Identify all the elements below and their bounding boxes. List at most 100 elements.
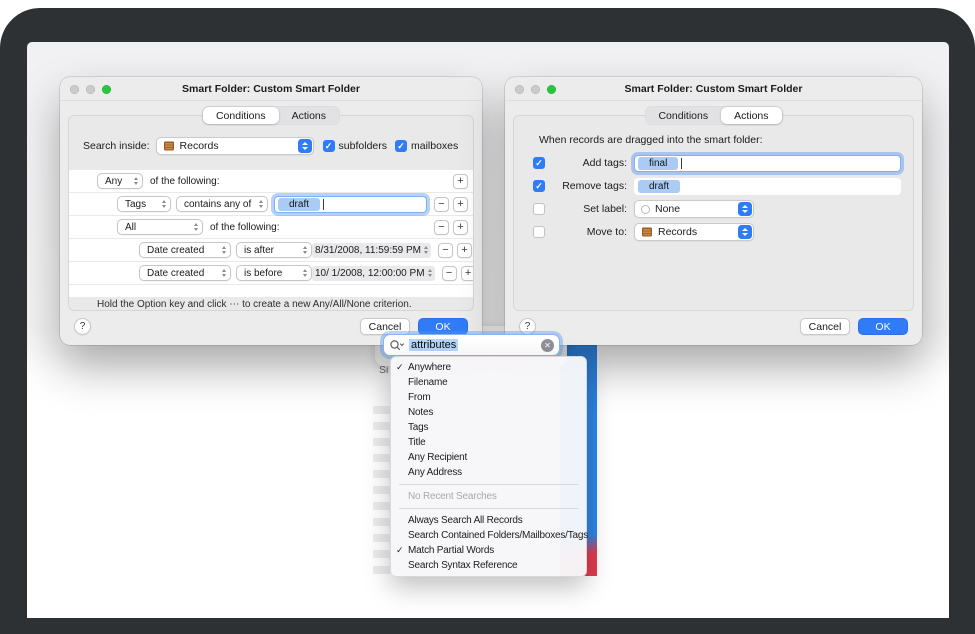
add-condition-button[interactable]: + bbox=[461, 266, 474, 281]
menu-item-label: Match Partial Words bbox=[408, 545, 494, 556]
remove-tags-label: Remove tags: bbox=[549, 180, 627, 192]
any-all-popup[interactable]: Any bbox=[97, 173, 143, 189]
search-magnifier-icon[interactable] bbox=[389, 339, 405, 352]
move-to-popup[interactable]: Records bbox=[634, 223, 754, 241]
any-all-popup-value: Any bbox=[105, 176, 122, 187]
screen: Si Smart Folder: Custom Smart Folder Con… bbox=[27, 42, 949, 618]
action-row-add-tags: ✓ Add tags: final bbox=[514, 154, 901, 172]
of-the-following-label: of the following: bbox=[150, 176, 220, 187]
menu-item-label: Search Contained Folders/Mailboxes/Tags bbox=[408, 530, 588, 541]
window-title: Smart Folder: Custom Smart Folder bbox=[182, 83, 360, 95]
menu-item-any-recipient[interactable]: Any Recipient bbox=[391, 450, 586, 465]
menu-item-always-search-all-records[interactable]: Always Search All Records bbox=[391, 513, 586, 528]
tab-conditions[interactable]: Conditions bbox=[203, 107, 279, 124]
popup-stepper-icon bbox=[298, 139, 312, 153]
zoom-window-button[interactable] bbox=[102, 85, 111, 94]
close-window-button[interactable] bbox=[515, 85, 524, 94]
search-query-text: attributes bbox=[409, 339, 458, 351]
operator-popup[interactable]: is before bbox=[236, 265, 312, 281]
tags-token-field[interactable]: draft bbox=[274, 196, 427, 213]
zoom-window-button[interactable] bbox=[547, 85, 556, 94]
tag-token[interactable]: draft bbox=[278, 198, 320, 211]
menu-item-label: Always Search All Records bbox=[408, 515, 523, 526]
add-condition-button[interactable]: + bbox=[457, 243, 472, 258]
menu-item-title[interactable]: Title bbox=[391, 435, 586, 450]
stepper-chevrons-icon bbox=[424, 246, 428, 254]
any-all-popup[interactable]: All bbox=[117, 219, 203, 235]
menu-item-from[interactable]: From bbox=[391, 390, 586, 405]
text-caret bbox=[681, 158, 682, 169]
menu-item-tags[interactable]: Tags bbox=[391, 420, 586, 435]
cancel-button[interactable]: Cancel bbox=[360, 318, 410, 335]
operator-popup-value: is before bbox=[244, 268, 282, 279]
action-row-set-label: Set label: None bbox=[514, 200, 901, 218]
date-value-stepper[interactable]: 10/ 1/2008, 12:00:00 PM bbox=[312, 266, 435, 281]
search-inside-popup[interactable]: Records bbox=[156, 137, 314, 155]
mailboxes-checkbox[interactable]: ✓ bbox=[395, 140, 407, 152]
of-the-following-label: of the following: bbox=[210, 222, 280, 233]
menu-item-filename[interactable]: Filename bbox=[391, 375, 586, 390]
operator-popup[interactable]: is after bbox=[236, 242, 312, 258]
menu-separator bbox=[399, 484, 578, 485]
add-condition-button[interactable]: + bbox=[453, 197, 468, 212]
menu-item-label: Filename bbox=[408, 377, 448, 388]
add-condition-button[interactable]: + bbox=[453, 220, 468, 235]
set-label-checkbox[interactable] bbox=[533, 203, 545, 215]
clear-search-icon[interactable]: ✕ bbox=[541, 339, 554, 352]
menu-item-notes[interactable]: Notes bbox=[391, 405, 586, 420]
cancel-button[interactable]: Cancel bbox=[800, 318, 850, 335]
option-key-hint: Hold the Option key and click ⋯ to creat… bbox=[97, 299, 412, 310]
help-button[interactable]: ? bbox=[74, 318, 91, 335]
remove-condition-button[interactable]: − bbox=[442, 266, 457, 281]
close-window-button[interactable] bbox=[70, 85, 79, 94]
help-button[interactable]: ? bbox=[519, 318, 536, 335]
menu-item-label: No Recent Searches bbox=[408, 491, 497, 502]
subfolders-checkbox[interactable]: ✓ bbox=[323, 140, 335, 152]
field-popup[interactable]: Date created bbox=[139, 265, 231, 281]
tag-token[interactable]: final bbox=[638, 157, 678, 170]
menu-item-search-contained[interactable]: Search Contained Folders/Mailboxes/Tags bbox=[391, 528, 586, 543]
ok-button[interactable]: OK bbox=[858, 318, 908, 335]
move-to-value: Records bbox=[658, 226, 697, 238]
menu-item-match-partial-words[interactable]: ✓Match Partial Words bbox=[391, 543, 586, 558]
remove-tags-token-field[interactable]: draft bbox=[634, 178, 901, 195]
popup-stepper-icon bbox=[738, 202, 752, 216]
move-to-checkbox[interactable] bbox=[533, 226, 545, 238]
operator-popup[interactable]: contains any of bbox=[176, 196, 268, 212]
set-label-popup[interactable]: None bbox=[634, 200, 754, 218]
add-tags-token-field[interactable]: final bbox=[634, 155, 901, 172]
tab-bar: Conditions Actions bbox=[202, 106, 340, 125]
ok-button[interactable]: OK bbox=[418, 318, 468, 335]
traffic-lights bbox=[515, 85, 556, 94]
tab-actions[interactable]: Actions bbox=[279, 107, 339, 124]
field-popup[interactable]: Tags bbox=[117, 196, 171, 212]
date-value-stepper[interactable]: 8/31/2008, 11:59:59 PM bbox=[312, 243, 431, 258]
tab-conditions[interactable]: Conditions bbox=[645, 107, 721, 124]
popup-chevrons-icon bbox=[303, 269, 307, 277]
add-tags-label: Add tags: bbox=[549, 157, 627, 169]
stepper-chevrons-icon bbox=[428, 269, 432, 277]
search-scope-menu: ✓Anywhere Filename From Notes Tags Title… bbox=[390, 356, 587, 577]
search-input[interactable]: attributes ✕ bbox=[383, 334, 560, 356]
traffic-lights bbox=[70, 85, 111, 94]
dialog-buttons: ? Cancel OK bbox=[519, 318, 908, 335]
operator-popup-value: is after bbox=[244, 245, 274, 256]
minimize-window-button[interactable] bbox=[531, 85, 540, 94]
condition-row-tags: Tags contains any of draft bbox=[69, 193, 473, 215]
menu-item-search-syntax-reference[interactable]: Search Syntax Reference bbox=[391, 558, 586, 573]
search-inside-row: Search inside: Records ✓ subfolders bbox=[69, 136, 473, 156]
subfolders-option: ✓ subfolders bbox=[323, 140, 387, 152]
field-popup[interactable]: Date created bbox=[139, 242, 231, 258]
menu-item-any-address[interactable]: Any Address bbox=[391, 465, 586, 480]
remove-condition-button[interactable]: − bbox=[438, 243, 453, 258]
tab-actions[interactable]: Actions bbox=[721, 107, 781, 124]
menu-item-anywhere[interactable]: ✓Anywhere bbox=[391, 360, 586, 375]
remove-condition-button[interactable]: − bbox=[434, 197, 449, 212]
remove-tags-checkbox[interactable]: ✓ bbox=[533, 180, 545, 192]
tag-token[interactable]: draft bbox=[638, 180, 680, 193]
mailboxes-label: mailboxes bbox=[411, 140, 458, 152]
minimize-window-button[interactable] bbox=[86, 85, 95, 94]
add-tags-checkbox[interactable]: ✓ bbox=[533, 157, 545, 169]
add-condition-button[interactable]: + bbox=[453, 174, 468, 189]
remove-condition-button[interactable]: − bbox=[434, 220, 449, 235]
